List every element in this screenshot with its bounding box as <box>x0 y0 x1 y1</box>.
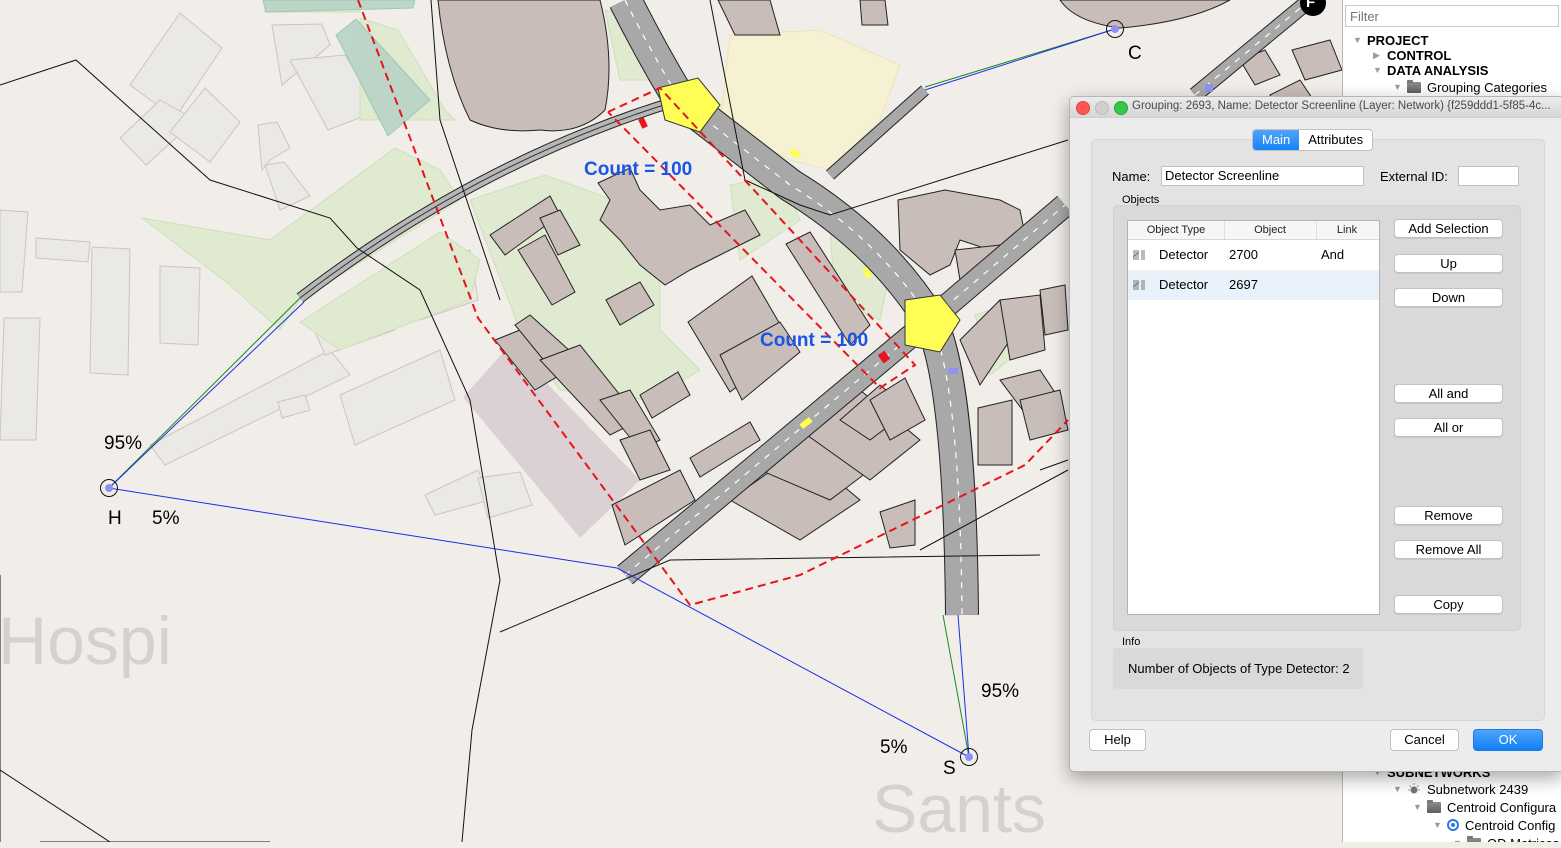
name-field[interactable]: Detector Screenline <box>1161 166 1364 186</box>
count-label-1: Count = 100 <box>584 159 693 180</box>
tree-item-label: Subnetwork 2439 <box>1427 781 1529 797</box>
tree-item-control[interactable]: ▶ CONTROL <box>1373 47 1451 63</box>
folder-icon <box>1467 835 1481 842</box>
tree-item-label: DATA ANALYSIS <box>1387 62 1489 78</box>
table-header: Object Type Object Link <box>1128 221 1379 240</box>
district-label-hospi: Hospi <box>0 603 172 679</box>
tree-item-od-matrices[interactable]: ▼ OD Matrices <box>1453 835 1559 842</box>
grouping-dialog: Grouping: 2693, Name: Detector Screenlin… <box>1069 96 1561 772</box>
remove-button[interactable]: Remove <box>1394 506 1503 525</box>
up-button[interactable]: Up <box>1394 254 1503 273</box>
cancel-button[interactable]: Cancel <box>1390 729 1459 751</box>
name-label: Name: <box>1112 169 1151 184</box>
expand-triangle-icon[interactable]: ▼ <box>1393 784 1407 794</box>
detector-icon <box>1133 250 1145 260</box>
subnetwork-icon <box>1408 783 1420 794</box>
zoom-window-button[interactable] <box>1114 101 1128 115</box>
dialog-title: Grouping: 2693, Name: Detector Screenlin… <box>1132 100 1551 112</box>
table-row[interactable]: Detector 2697 <box>1128 270 1379 300</box>
centroid-h-label: H <box>108 508 122 529</box>
help-button[interactable]: Help <box>1089 729 1146 751</box>
collapsed-triangle-icon[interactable]: ▶ <box>1373 50 1387 61</box>
district-label-sants: Sants <box>872 771 1046 847</box>
tree-item-label: Centroid Config <box>1465 817 1556 833</box>
objects-group-label: Objects <box>1122 194 1160 206</box>
ok-button[interactable]: OK <box>1473 729 1543 751</box>
centroid-s-pct-top: 95% <box>981 681 1020 702</box>
detector-icon <box>1133 280 1145 290</box>
tab-main[interactable]: Main <box>1253 130 1300 150</box>
tree-item-centroid-config[interactable]: ▼ Centroid Config <box>1433 817 1555 833</box>
tab-bar: Main Attributes <box>1252 129 1374 151</box>
node-marker-label: F <box>1306 0 1316 11</box>
objects-table[interactable]: Object Type Object Link Detector 2700 An… <box>1127 220 1380 615</box>
folder-icon <box>1427 799 1441 813</box>
add-selection-button[interactable]: Add Selection <box>1394 219 1503 238</box>
external-id-field[interactable] <box>1458 166 1519 186</box>
tree-item-data-analysis[interactable]: ▼ DATA ANALYSIS <box>1373 62 1488 78</box>
folder-icon <box>1407 79 1421 93</box>
close-window-button[interactable] <box>1076 101 1090 115</box>
tree-item-subnetwork-2439[interactable]: ▼ Subnetwork 2439 <box>1393 781 1528 797</box>
remove-all-button[interactable]: Remove All <box>1394 540 1503 559</box>
centroid-c-label: C <box>1128 43 1142 64</box>
tree-item-centroid-configurations[interactable]: ▼ Centroid Configura <box>1413 799 1556 815</box>
dialog-titlebar[interactable]: Grouping: 2693, Name: Detector Screenlin… <box>1070 97 1561 118</box>
down-button[interactable]: Down <box>1394 288 1503 307</box>
centroid-config-icon <box>1447 819 1459 831</box>
expand-triangle-icon[interactable]: ▼ <box>1393 82 1407 92</box>
cell-object: 2697 <box>1229 277 1258 292</box>
table-row[interactable]: Detector 2700 And <box>1128 240 1379 270</box>
info-text: Number of Objects of Type Detector: 2 <box>1128 661 1350 676</box>
copy-button[interactable]: Copy <box>1394 595 1503 614</box>
tree-item-grouping-categories[interactable]: ▼ Grouping Categories <box>1393 79 1547 95</box>
tree-item-label: Centroid Configura <box>1447 799 1557 815</box>
info-group-label: Info <box>1122 636 1141 648</box>
column-header-object-type[interactable]: Object Type <box>1128 221 1225 239</box>
tab-attributes[interactable]: Attributes <box>1299 130 1372 150</box>
cell-object-type: Detector <box>1159 247 1209 262</box>
tree-filter-input[interactable] <box>1345 5 1559 27</box>
tree-item-label: OD Matrices <box>1487 836 1559 843</box>
centroid-h[interactable] <box>100 479 118 497</box>
count-label-2: Count = 100 <box>760 330 869 351</box>
all-or-button[interactable]: All or <box>1394 418 1503 437</box>
cell-object-type: Detector <box>1159 277 1209 292</box>
tree-item-label: Grouping Categories <box>1427 79 1547 95</box>
centroid-s-pct-bottom: 5% <box>880 737 908 758</box>
tree-item-label: CONTROL <box>1387 47 1452 63</box>
expand-triangle-icon[interactable]: ▼ <box>1453 838 1467 842</box>
expand-triangle-icon[interactable]: ▼ <box>1413 802 1427 812</box>
column-header-link[interactable]: Link <box>1316 221 1378 239</box>
info-group: Number of Objects of Type Detector: 2 <box>1113 648 1363 689</box>
external-id-label: External ID: <box>1380 169 1448 184</box>
column-header-object[interactable]: Object <box>1224 221 1317 239</box>
tree-item-label: PROJECT <box>1367 32 1429 48</box>
cell-object: 2700 <box>1229 247 1258 262</box>
minimize-window-button[interactable] <box>1095 101 1109 115</box>
expand-triangle-icon[interactable]: ▼ <box>1433 820 1447 830</box>
all-and-button[interactable]: All and <box>1394 384 1503 403</box>
tree-item-project[interactable]: ▼ PROJECT <box>1353 32 1428 48</box>
expand-triangle-icon[interactable]: ▼ <box>1373 65 1387 75</box>
centroid-h-pct-top: 95% <box>104 433 143 454</box>
cell-link[interactable]: And <box>1321 240 1344 270</box>
expand-triangle-icon[interactable]: ▼ <box>1353 35 1367 45</box>
centroid-h-pct-bottom: 5% <box>152 508 180 529</box>
